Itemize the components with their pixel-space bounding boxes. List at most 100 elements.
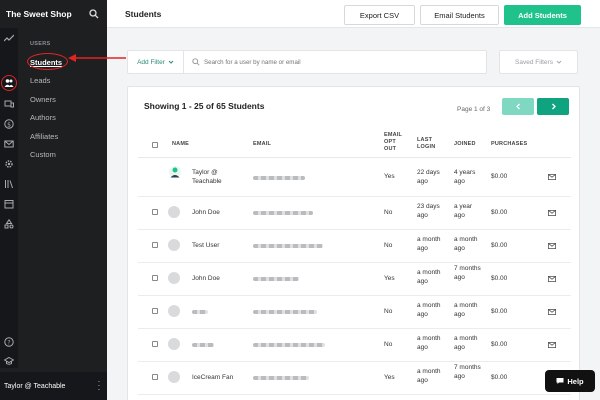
joined-value: a year ago [454,203,473,219]
mail-icon[interactable] [548,210,556,216]
add-students-button[interactable]: Add Students [504,5,581,25]
table-row[interactable]: John Doe Yes a month ago 7 months ago $0… [138,263,571,296]
avatar-illustration [169,166,181,178]
search-input[interactable] [204,55,474,69]
results-count: Showing 1 - 25 of 65 Students [144,101,265,111]
gear-icon[interactable] [3,158,15,170]
chevron-right-icon [551,103,556,110]
opt-out-value: No [384,308,393,315]
saved-filters-label: Saved Filters [515,58,553,66]
sidebar-item-owners[interactable]: Owners [22,90,106,109]
mail-icon[interactable] [548,174,556,180]
name-redacted [192,310,208,314]
chevron-down-icon [168,60,174,64]
shapes-icon[interactable] [3,218,15,230]
svg-text:?: ? [7,339,10,346]
mail-icon[interactable] [548,342,556,348]
purchases-value: $0.00 [491,173,508,180]
page-title: Students [125,9,162,19]
table-row[interactable]: John Doe No 23 days ago a year ago $0.00 [138,197,571,230]
last-login-value: a month ago [417,302,441,318]
chevron-down-icon [556,60,562,64]
icon-rail: $ ? [0,28,18,368]
sidebar-item-affiliates[interactable]: Affiliates [22,127,106,146]
mail-icon[interactable] [548,309,556,315]
avatar [168,338,180,350]
user-name: Taylor @ Teachable [4,382,66,390]
student-name[interactable]: John Doe [192,275,220,284]
email-redacted [253,244,323,248]
student-name[interactable]: Test User [192,242,219,251]
mail-icon[interactable] [3,138,15,150]
row-checkbox[interactable] [152,209,158,215]
search-icon[interactable] [89,9,99,19]
users-icon[interactable] [3,77,15,89]
header-divider [138,157,571,158]
sidebar-item-leads[interactable]: Leads [22,72,106,91]
row-checkbox[interactable] [152,341,158,347]
email-students-button[interactable]: Email Students [420,5,499,25]
purchases-value: $0.00 [491,308,508,315]
graduation-icon[interactable] [3,355,15,367]
table-row[interactable]: Taylor @ Teachable Yes 22 days ago 4 yea… [138,159,571,197]
next-page-button[interactable] [537,98,569,115]
help-button[interactable]: Help [545,370,595,392]
email-redacted [253,376,309,380]
table-row[interactable]: Test User No a month ago a month ago $0.… [138,230,571,263]
purchases-value: $0.00 [491,242,508,249]
column-header-purchases[interactable]: PURCHASES [491,141,527,148]
user-menu[interactable]: Taylor @ Teachable · · · [0,372,107,400]
select-all-checkbox[interactable] [152,142,158,148]
students-table-card: Showing 1 - 25 of 65 Students Page 1 of … [127,86,580,400]
prev-page-button[interactable] [502,98,534,115]
last-login-value: 22 days ago [417,169,440,185]
row-checkbox[interactable] [152,374,158,380]
joined-value: 7 months ago [454,265,481,281]
library-icon[interactable] [3,178,15,190]
student-name[interactable]: Taylor @ Teachable [192,169,236,186]
table-row[interactable]: IceCream Fan Yes a month ago 7 months ag… [138,362,571,395]
purchases-value: $0.00 [491,374,508,381]
devices-icon[interactable] [3,98,15,110]
table-row[interactable]: No a month ago a month ago $0.00 [138,329,571,362]
trend-icon[interactable] [3,32,15,44]
sidebar-item-custom[interactable]: Custom [22,146,106,165]
student-name[interactable]: IceCream Fan [192,374,233,383]
row-checkbox[interactable] [152,308,158,314]
search-icon [192,58,200,66]
table-row[interactable]: No a month ago a month ago $0.00 [138,296,571,329]
calendar-icon[interactable] [3,198,15,210]
column-header-email-opt-out[interactable]: EMAIL OPT OUT [384,132,406,153]
opt-out-value: No [384,242,393,249]
row-checkbox[interactable] [152,242,158,248]
column-header-last-login[interactable]: LAST LOGIN [417,137,439,151]
page-header: Students Export CSV Email Students Add S… [107,0,600,28]
saved-filters-dropdown[interactable]: Saved Filters [499,50,578,74]
purchases-value: $0.00 [491,209,508,216]
joined-value: a month ago [454,236,478,252]
annotation-arrow [68,54,126,62]
add-filter-label: Add Filter [137,58,165,66]
annotation-circle [27,53,68,70]
more-vertical-icon[interactable]: · · · [97,378,101,394]
column-header-joined[interactable]: JOINED [454,141,476,148]
avatar [168,165,182,179]
mail-icon[interactable] [548,243,556,249]
column-header-email[interactable]: EMAIL [253,141,271,148]
row-checkbox[interactable] [152,275,158,281]
avatar [168,272,180,284]
last-login-value: a month ago [417,236,441,252]
email-redacted [253,343,325,347]
purchases-value: $0.00 [491,275,508,282]
help-circle-icon[interactable]: ? [3,336,15,348]
opt-out-value: No [384,209,393,216]
student-name[interactable]: John Doe [192,209,220,218]
export-csv-button[interactable]: Export CSV [344,5,415,25]
column-header-name[interactable]: NAME [172,141,189,148]
filter-bar: Add Filter [127,50,487,74]
dollar-icon[interactable]: $ [3,118,15,130]
add-filter-button[interactable]: Add Filter [128,51,184,73]
last-login-value: 23 days ago [417,203,440,219]
sidebar-item-authors[interactable]: Authors [22,109,106,128]
mail-icon[interactable] [548,276,556,282]
